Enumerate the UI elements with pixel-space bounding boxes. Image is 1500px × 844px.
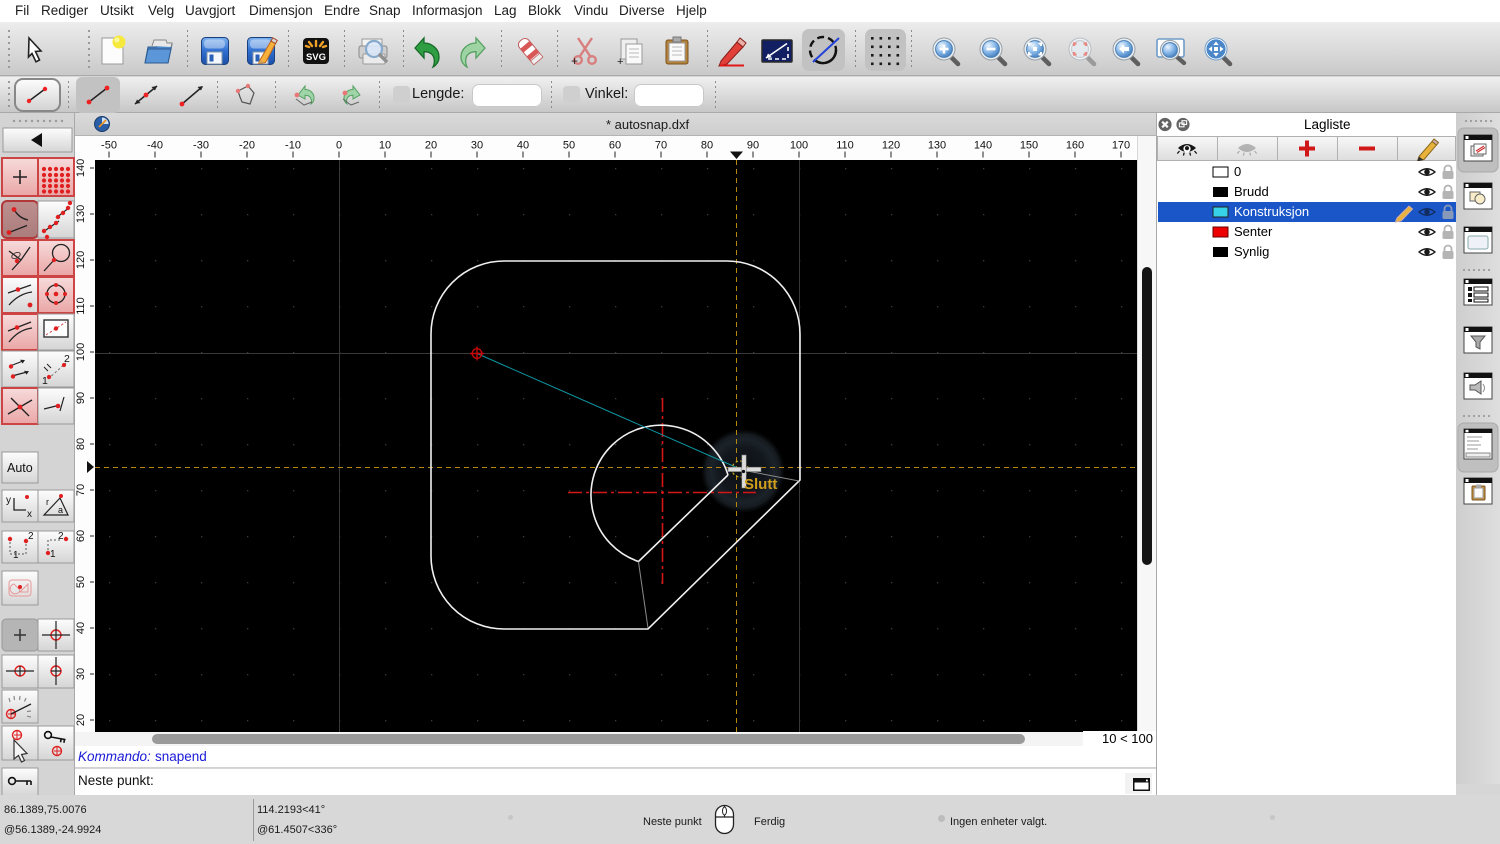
svg-text:40: 40 [75,622,87,634]
svg-text:10: 10 [379,140,391,152]
svg-text:130: 130 [75,205,87,223]
svg-text:-50: -50 [101,140,117,152]
svg-text:-10: -10 [285,140,301,152]
svg-text:-40: -40 [147,140,163,152]
svg-text:-20: -20 [239,140,255,152]
svg-text:r: r [46,497,49,507]
svg-text:x: x [27,509,32,520]
svg-text:80: 80 [701,140,713,152]
svg-text:1: 1 [13,550,19,561]
svg-text:140: 140 [75,159,87,177]
svg-text:70: 70 [75,484,87,496]
svg-text:Auto: Auto [7,461,33,475]
svg-text:40: 40 [517,140,529,152]
svg-text:Slutt: Slutt [744,476,777,493]
svg-text:30: 30 [75,668,87,680]
svg-text:20: 20 [75,714,87,726]
svg-text:150: 150 [1020,140,1038,152]
svg-text:80: 80 [75,438,87,450]
svg-text:70: 70 [655,140,667,152]
svg-text:2: 2 [58,531,64,542]
svg-text:170: 170 [1112,140,1130,152]
svg-text:160: 160 [1066,140,1084,152]
svg-text:120: 120 [882,140,900,152]
svg-text:60: 60 [609,140,621,152]
svg-text:y: y [6,495,11,506]
svg-text:100: 100 [790,140,808,152]
svg-text:110: 110 [836,140,854,152]
svg-text:90: 90 [747,140,759,152]
svg-text:2: 2 [28,531,34,542]
svg-text:+: + [571,54,578,68]
svg-text:SVG: SVG [306,52,326,63]
svg-text:20: 20 [425,140,437,152]
svg-text:30: 30 [471,140,483,152]
svg-text:a: a [58,505,63,515]
svg-text:130: 130 [928,140,946,152]
svg-text:50: 50 [563,140,575,152]
svg-text:-30: -30 [193,140,209,152]
svg-text:140: 140 [974,140,992,152]
svg-text:110: 110 [75,297,87,315]
svg-text:+: + [617,56,623,68]
svg-text:0: 0 [336,140,342,152]
svg-text:50: 50 [75,576,87,588]
svg-text:90: 90 [75,392,87,404]
svg-text:60: 60 [75,530,87,542]
svg-text:100: 100 [75,343,87,361]
svg-text:1: 1 [50,549,56,560]
svg-text:120: 120 [75,251,87,269]
